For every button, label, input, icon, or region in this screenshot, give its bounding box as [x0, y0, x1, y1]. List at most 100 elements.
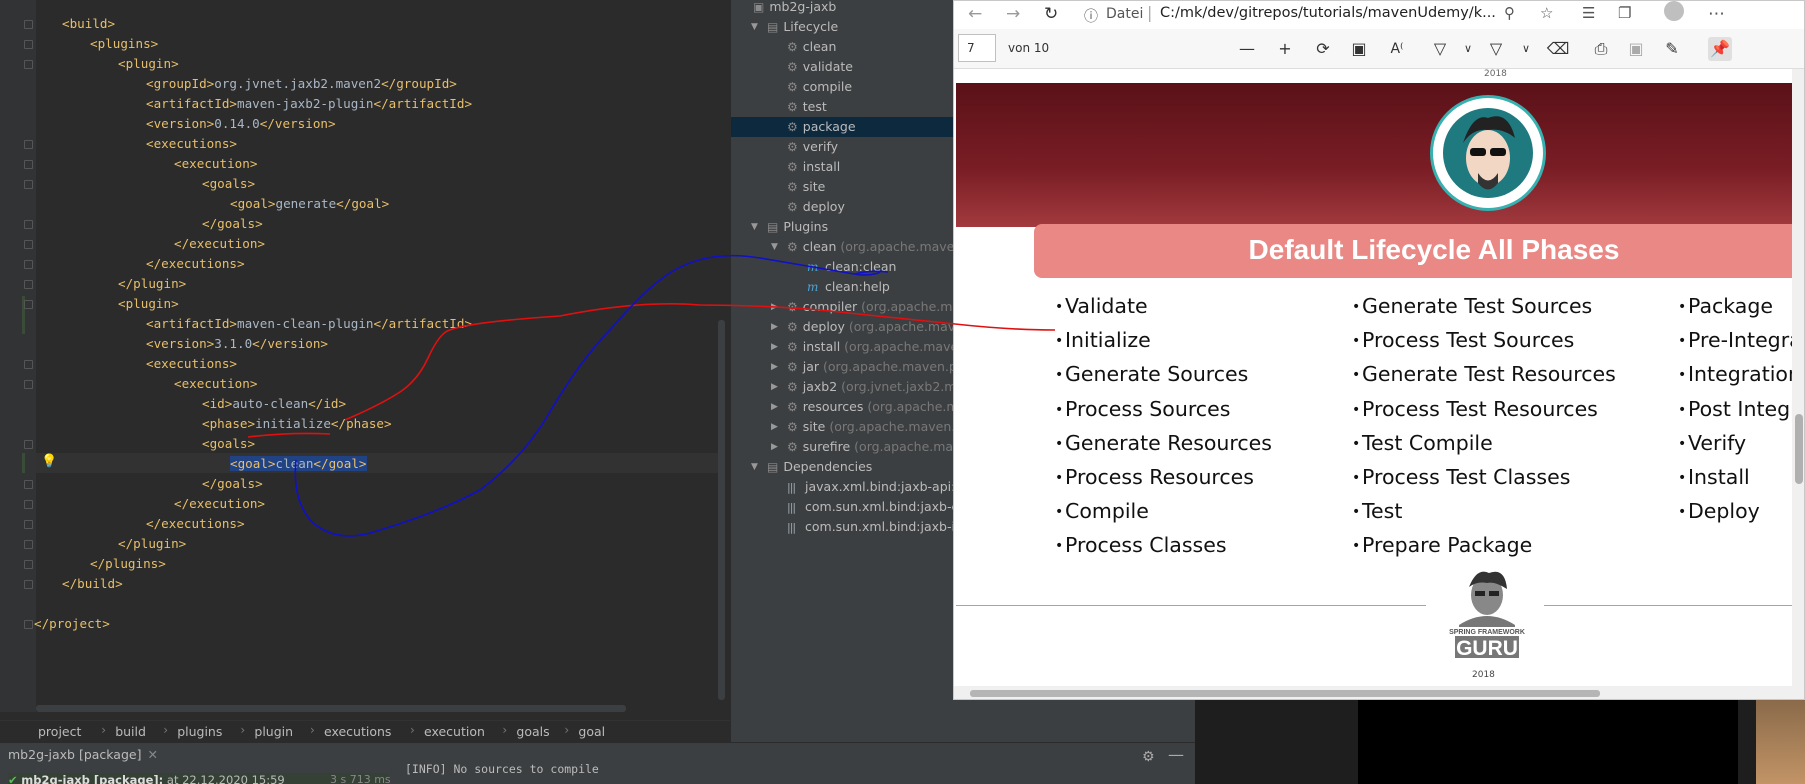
- lifecycle-phase-test[interactable]: ⚙ test: [787, 97, 827, 117]
- goal-clean-help[interactable]: m clean:help: [807, 277, 890, 297]
- more-icon[interactable]: ⋯: [1708, 4, 1725, 24]
- tree-node-lifecycle[interactable]: ▼ ▤ Lifecycle: [751, 17, 838, 37]
- print-icon[interactable]: ⎙: [1589, 37, 1613, 61]
- fold-marker[interactable]: [24, 520, 33, 529]
- fold-marker[interactable]: [24, 260, 33, 269]
- fold-marker[interactable]: [24, 280, 33, 289]
- save-as-icon[interactable]: ✎: [1660, 37, 1684, 61]
- chevron-right-icon[interactable]: ▶: [771, 297, 778, 317]
- chevron-down-icon[interactable]: ∨: [1514, 37, 1538, 61]
- breadcrumb-item-goal[interactable]: goal: [578, 724, 605, 739]
- info-icon[interactable]: ⓘ: [1084, 6, 1098, 26]
- fit-page-icon[interactable]: ▣: [1347, 37, 1371, 61]
- breadcrumb-item-execution[interactable]: execution: [424, 724, 485, 739]
- chevron-right-icon[interactable]: ▶: [771, 437, 778, 457]
- lifecycle-phase-validate[interactable]: ⚙ validate: [787, 57, 853, 77]
- erase-icon[interactable]: ⌫: [1546, 37, 1570, 61]
- fold-marker[interactable]: [24, 360, 33, 369]
- zoom-in-icon[interactable]: +: [1273, 37, 1297, 61]
- fold-marker[interactable]: [24, 40, 33, 49]
- lifecycle-phase-verify[interactable]: ⚙ verify: [787, 137, 838, 157]
- lightbulb-icon[interactable]: 💡: [41, 454, 57, 470]
- lifecycle-phase-install[interactable]: ⚙ install: [787, 157, 840, 177]
- plugin-clean[interactable]: ▼ ⚙ clean (org.apache.maven.pl: [771, 237, 978, 257]
- breadcrumb-item-plugins[interactable]: plugins: [177, 724, 222, 739]
- maven-project[interactable]: ▣ mb2g-jaxb: [753, 0, 836, 17]
- address-url[interactable]: C:/mk/dev/gitrepos/tutorials/mavenUdemy/…: [1160, 5, 1496, 21]
- refresh-icon[interactable]: ↻: [1044, 4, 1058, 24]
- collections-icon[interactable]: ❐: [1618, 4, 1631, 22]
- read-aloud-icon[interactable]: A⁽: [1385, 37, 1409, 61]
- fold-marker[interactable]: [24, 160, 33, 169]
- fold-marker[interactable]: [24, 140, 33, 149]
- chevron-down-icon[interactable]: ▼: [751, 17, 758, 37]
- fold-marker[interactable]: [24, 240, 33, 249]
- code-editor[interactable]: <build> <plugins> <plugin> <groupId>org.jvn…: [0, 0, 730, 712]
- minimize-icon[interactable]: —: [1168, 745, 1184, 764]
- zoom-icon[interactable]: ⚲: [1504, 4, 1515, 22]
- fold-marker[interactable]: [24, 620, 33, 629]
- chevron-down-icon[interactable]: ∨: [1456, 37, 1480, 61]
- fold-marker[interactable]: [24, 60, 33, 69]
- breadcrumb-item-executions[interactable]: executions: [324, 724, 391, 739]
- fold-marker[interactable]: [24, 480, 33, 489]
- save-icon[interactable]: ▣: [1624, 37, 1648, 61]
- fold-marker[interactable]: [24, 20, 33, 29]
- chevron-right-icon[interactable]: ▶: [771, 417, 778, 437]
- chevron-right-icon[interactable]: ▶: [771, 317, 778, 337]
- pdf-horizontal-scrollbar[interactable]: [954, 686, 1804, 699]
- avatar[interactable]: [1664, 1, 1684, 21]
- draw-icon[interactable]: ▽: [1428, 37, 1452, 61]
- chevron-right-icon[interactable]: ▶: [771, 357, 778, 377]
- breadcrumb-item-project[interactable]: project: [38, 724, 81, 739]
- tree-node-dependencies[interactable]: ▼ ▤ Dependencies: [751, 457, 872, 477]
- chevron-right-icon[interactable]: ▶: [771, 397, 778, 417]
- lifecycle-phase-site[interactable]: ⚙ site: [787, 177, 825, 197]
- pdf-vertical-scrollbar[interactable]: [1792, 69, 1804, 686]
- vertical-scrollbar[interactable]: [718, 320, 725, 700]
- fold-marker[interactable]: [24, 180, 33, 189]
- breadcrumb-item-build[interactable]: build: [115, 724, 146, 739]
- scroll-thumb[interactable]: [1795, 414, 1803, 484]
- plugin-surefire[interactable]: ▶ ⚙ surefire (org.apache.maven.: [771, 437, 980, 457]
- favorite-icon[interactable]: ☆: [1540, 4, 1553, 22]
- chevron-down-icon[interactable]: ▼: [751, 217, 758, 237]
- fold-marker[interactable]: [24, 500, 33, 509]
- chevron-right-icon[interactable]: ▶: [771, 337, 778, 357]
- plugin-jar[interactable]: ▶ ⚙ jar (org.apache.maven.plug: [771, 357, 976, 377]
- lifecycle-phase-compile[interactable]: ⚙ compile: [787, 77, 852, 97]
- fold-marker[interactable]: [24, 300, 33, 309]
- dependency-item[interactable]: ||| com.sun.xml.bind:jaxb-core: [787, 497, 979, 517]
- goal-clean-clean[interactable]: m clean:clean: [807, 257, 896, 277]
- fold-marker[interactable]: [24, 560, 33, 569]
- pin-toolbar-icon[interactable]: 📌: [1708, 37, 1732, 61]
- rotate-icon[interactable]: ⟳: [1311, 37, 1335, 61]
- editor-gutter[interactable]: [0, 0, 36, 712]
- lifecycle-phase-deploy[interactable]: ⚙ deploy: [787, 197, 845, 217]
- highlight-icon[interactable]: ▽: [1484, 37, 1508, 61]
- page-number-input[interactable]: 7: [958, 34, 996, 62]
- chevron-down-icon[interactable]: ▼: [771, 237, 778, 257]
- run-tab[interactable]: mb2g-jaxb [package] ✕: [8, 747, 158, 769]
- gear-icon[interactable]: ⚙: [1142, 749, 1155, 765]
- fold-marker[interactable]: [24, 380, 33, 389]
- dependency-item[interactable]: ||| com.sun.xml.bind:jaxb-imp: [787, 517, 975, 537]
- chevron-down-icon[interactable]: ▼: [751, 457, 758, 477]
- breadcrumb-item-plugin[interactable]: plugin: [254, 724, 293, 739]
- close-icon[interactable]: ✕: [147, 747, 157, 762]
- breadcrumb-item-goals[interactable]: goals: [516, 724, 549, 739]
- plugin-install[interactable]: ▶ ⚙ install (org.apache.maven.p: [771, 337, 978, 357]
- horizontal-scrollbar[interactable]: [36, 705, 626, 712]
- fold-marker[interactable]: [24, 580, 33, 589]
- lifecycle-phase-clean[interactable]: ⚙ clean: [787, 37, 836, 57]
- scroll-thumb[interactable]: [970, 690, 1600, 697]
- fold-marker[interactable]: [24, 540, 33, 549]
- tree-node-plugins[interactable]: ▼ ▤ Plugins: [751, 217, 828, 237]
- chevron-right-icon[interactable]: ▶: [771, 377, 778, 397]
- back-icon[interactable]: ←: [968, 4, 982, 24]
- forward-icon[interactable]: →: [1006, 4, 1020, 24]
- zoom-out-icon[interactable]: —: [1235, 37, 1259, 61]
- fold-marker[interactable]: [24, 220, 33, 229]
- fold-marker[interactable]: [24, 440, 33, 449]
- favorites-list-icon[interactable]: ☰: [1582, 4, 1595, 22]
